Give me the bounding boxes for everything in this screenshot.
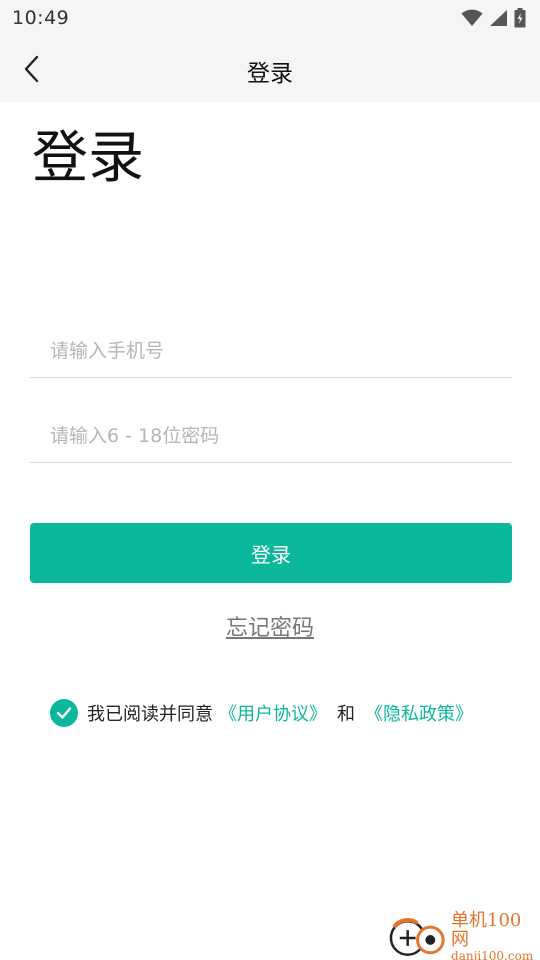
watermark-text: 单机100网 danji100.com	[451, 909, 538, 960]
password-input[interactable]	[30, 403, 512, 462]
watermark-name: 单机100网	[451, 909, 522, 951]
agreement-and-text: 和	[337, 704, 355, 725]
status-bar: 10:49	[0, 0, 540, 36]
checkmark-icon	[56, 707, 72, 719]
app-bar: 登录	[0, 36, 540, 102]
status-icons	[461, 8, 526, 28]
watermark-logo-icon	[389, 918, 445, 956]
watermark-url: danji100.com	[451, 949, 534, 960]
wifi-icon	[461, 9, 483, 26]
agreement-row: 我已阅读并同意 《用户协议》 和 《隐私政策》	[50, 698, 479, 728]
agree-checkbox[interactable]	[50, 699, 78, 727]
user-agreement-link[interactable]: 《用户协议》	[219, 700, 327, 726]
privacy-policy-link[interactable]: 《隐私政策》	[365, 700, 473, 726]
password-field	[30, 403, 512, 463]
login-button[interactable]: 登录	[30, 523, 512, 583]
phone-field	[30, 318, 512, 378]
watermark: 单机100网 danji100.com	[388, 909, 538, 960]
phone-input[interactable]	[30, 318, 512, 377]
agreement-prefix: 我已阅读并同意	[87, 704, 213, 725]
cellular-signal-icon	[490, 10, 507, 26]
forgot-password-link[interactable]: 忘记密码	[0, 610, 540, 642]
page-title: 登录	[32, 126, 144, 191]
app-bar-title: 登录	[247, 61, 293, 87]
status-time: 10:49	[12, 7, 70, 29]
battery-charging-icon	[514, 8, 526, 28]
